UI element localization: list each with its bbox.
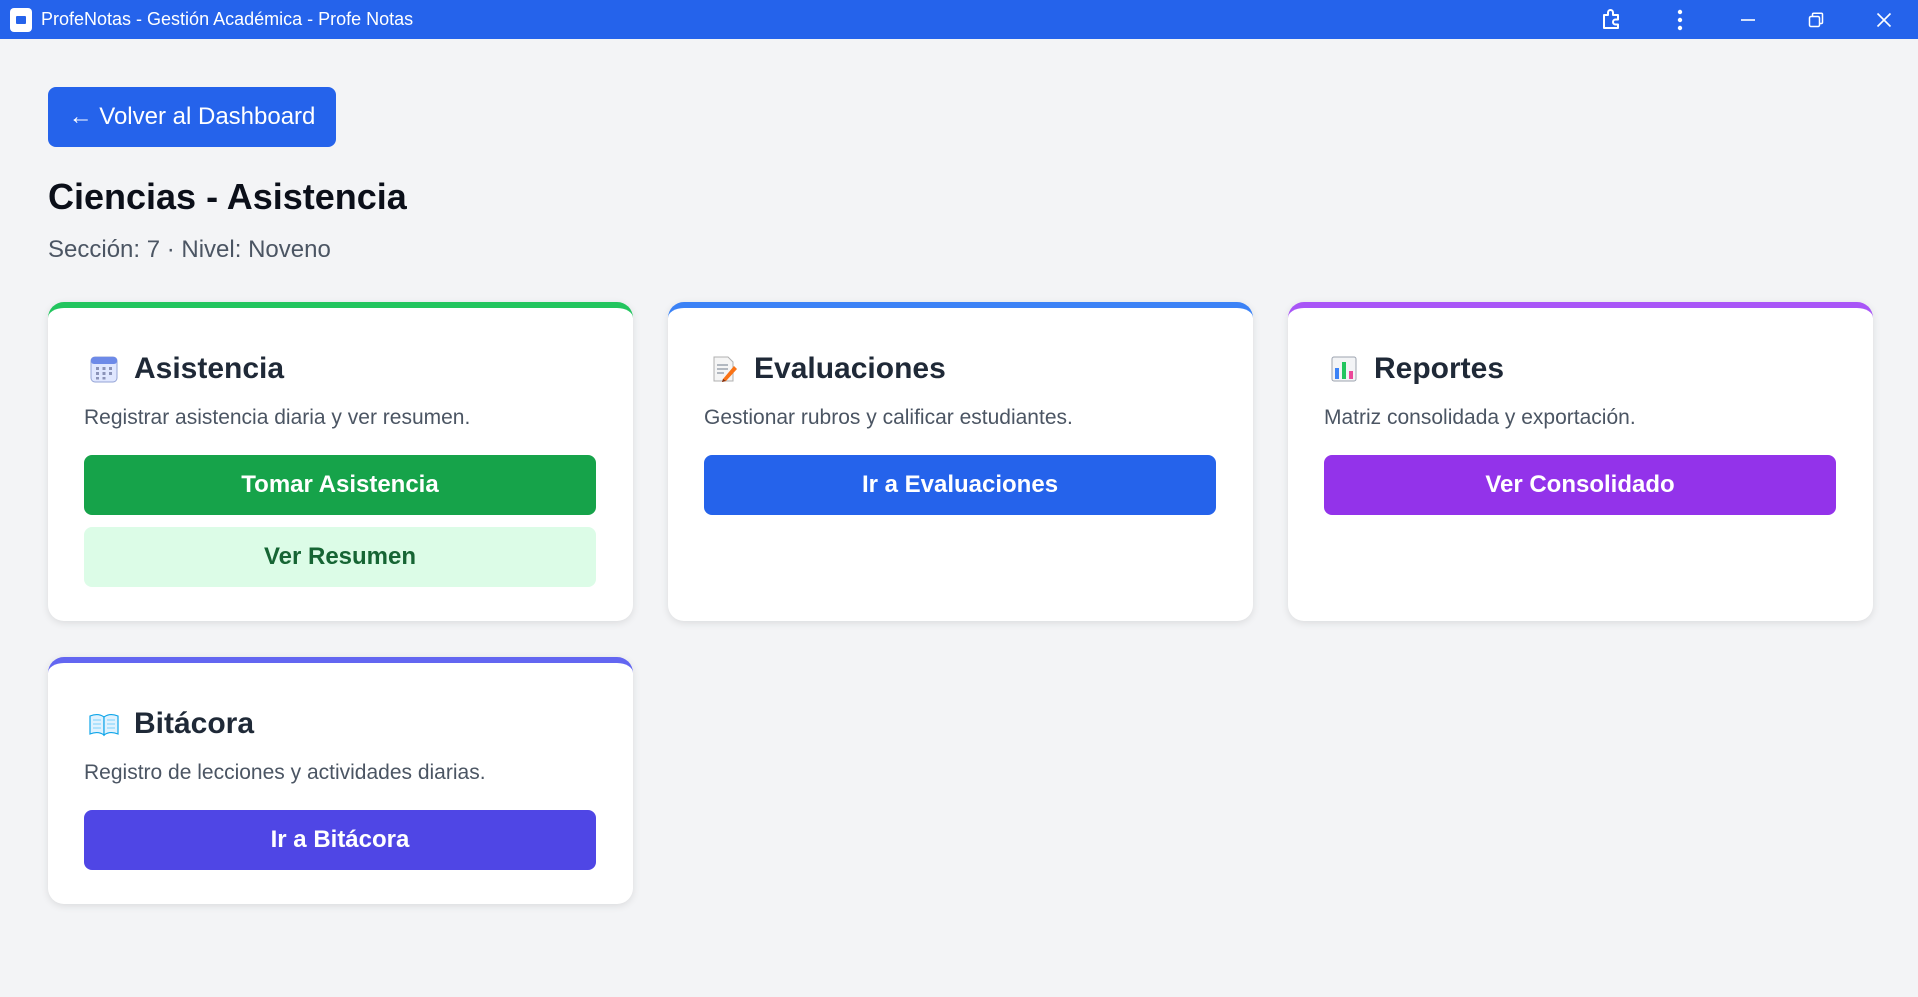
- card-header: Reportes: [1328, 352, 1504, 386]
- card-description: Matriz consolidada y exportación.: [1324, 406, 1636, 429]
- card-header: Asistencia: [88, 352, 284, 386]
- extensions-button[interactable]: [1578, 0, 1646, 39]
- card-evaluaciones: Evaluaciones Gestionar rubros y califica…: [668, 302, 1253, 621]
- more-vertical-icon: [1677, 9, 1683, 30]
- ir-a-bitacora-button[interactable]: Ir a Bitácora: [84, 810, 596, 870]
- card-title: Asistencia: [134, 352, 285, 385]
- card-header: Bitácora: [88, 707, 254, 741]
- close-icon: [1876, 12, 1892, 27]
- window-controls: [1578, 0, 1918, 39]
- card-description: Gestionar rubros y calificar estudiantes…: [704, 406, 1073, 429]
- page-title: Ciencias - Asistencia: [48, 176, 407, 217]
- page-subtitle: Sección: 7 · Nivel: Noveno: [48, 236, 331, 263]
- extensions-icon: [1603, 8, 1619, 29]
- ir-a-evaluaciones-button[interactable]: Ir a Evaluaciones: [704, 455, 1216, 515]
- card-bitacora: Bitácora Registro de lecciones y activid…: [48, 657, 633, 904]
- card-title: Bitácora: [134, 707, 255, 740]
- ver-consolidado-button[interactable]: Ver Consolidado: [1324, 455, 1836, 515]
- window-titlebar: ProfeNotas - Gestión Académica - Profe N…: [0, 0, 1918, 39]
- app-icon: [10, 7, 32, 32]
- memo-icon: [708, 353, 740, 385]
- calendar-icon: [88, 353, 120, 385]
- restore-icon: [1808, 12, 1824, 27]
- ver-resumen-button[interactable]: Ver Resumen: [84, 527, 596, 587]
- minimize-button[interactable]: [1714, 0, 1782, 39]
- bar-chart-icon: [1328, 353, 1360, 385]
- minimize-icon: [1741, 18, 1755, 21]
- card-asistencia: Asistencia Registrar asistencia diaria y…: [48, 302, 633, 621]
- card-reportes: Reportes Matriz consolidada y exportació…: [1288, 302, 1873, 621]
- card-title: Reportes: [1374, 352, 1505, 385]
- close-button[interactable]: [1850, 0, 1918, 39]
- card-title: Evaluaciones: [754, 352, 946, 385]
- card-header: Evaluaciones: [708, 352, 946, 386]
- card-description: Registro de lecciones y actividades diar…: [84, 761, 486, 784]
- more-options-button[interactable]: [1646, 0, 1714, 39]
- window-title: ProfeNotas - Gestión Académica - Profe N…: [41, 9, 414, 29]
- card-description: Registrar asistencia diaria y ver resume…: [84, 406, 471, 429]
- restore-button[interactable]: [1782, 0, 1850, 39]
- back-to-dashboard-button[interactable]: ← Volver al Dashboard: [48, 87, 336, 147]
- tomar-asistencia-button[interactable]: Tomar Asistencia: [84, 455, 596, 515]
- open-book-icon: [88, 708, 120, 740]
